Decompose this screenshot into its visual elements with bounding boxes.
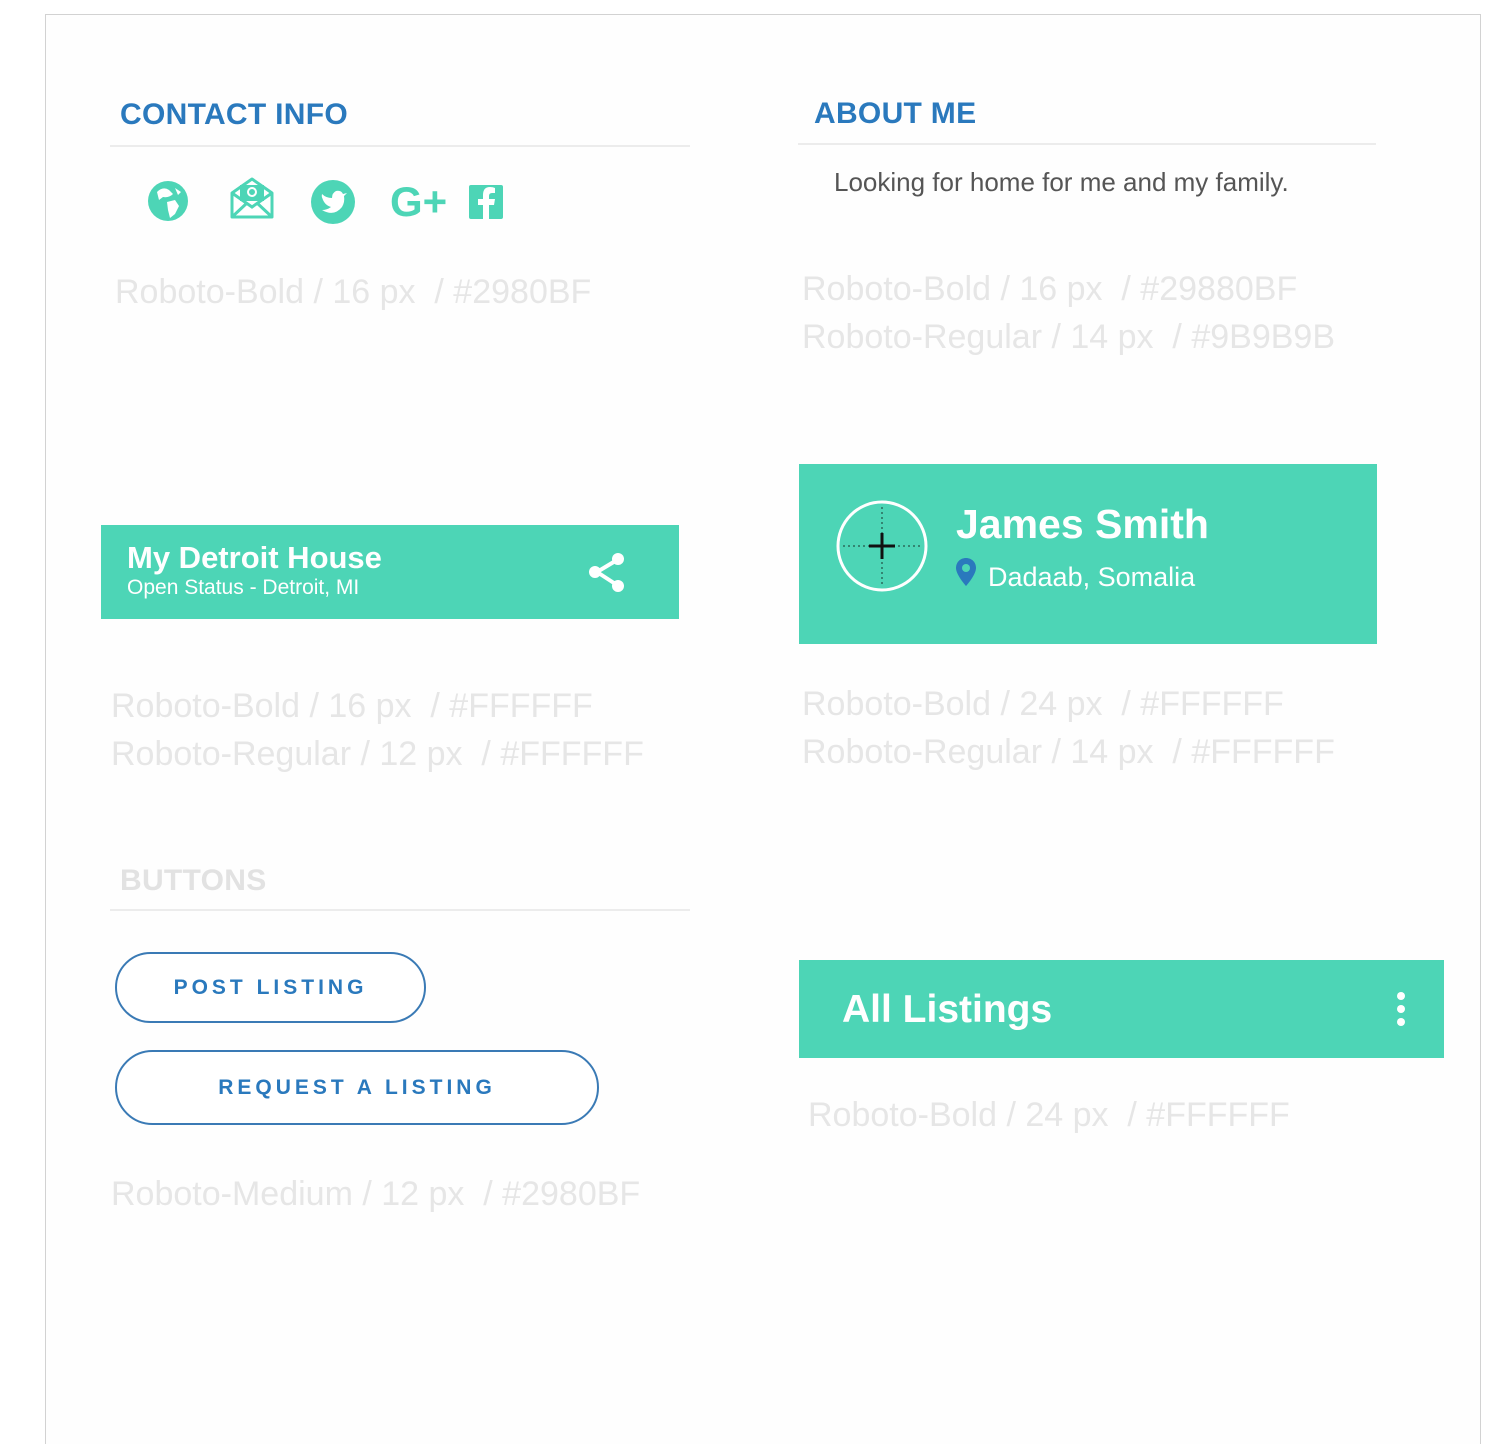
share-icon[interactable]	[585, 551, 629, 595]
facebook-icon[interactable]	[469, 185, 503, 219]
more-vert-icon[interactable]	[1393, 989, 1409, 1029]
contact-info-spec: Roboto-Bold / 16 px / #2980BF	[115, 273, 592, 311]
about-me-spec-2: Roboto-Regular / 14 px / #9B9B9B	[802, 318, 1335, 356]
about-me-heading: ABOUT ME	[814, 97, 977, 130]
email-icon[interactable]	[228, 175, 276, 221]
twitter-icon[interactable]	[310, 179, 356, 225]
google-plus-icon[interactable]: G+	[390, 176, 447, 228]
location-pin-icon	[956, 558, 976, 586]
buttons-heading: BUTTONS	[120, 864, 267, 897]
profile-spec-2: Roboto-Regular / 14 px / #FFFFFF	[802, 733, 1335, 771]
about-me-divider	[798, 143, 1376, 145]
contact-info-heading: CONTACT INFO	[120, 98, 349, 131]
all-listings-title: All Listings	[842, 988, 1053, 1031]
add-photo-icon[interactable]	[835, 499, 929, 593]
all-listings-spec: Roboto-Bold / 24 px / #FFFFFF	[808, 1096, 1290, 1134]
buttons-spec: Roboto-Medium / 12 px / #2980BF	[111, 1175, 641, 1213]
listing-bar-title: My Detroit House	[127, 540, 382, 575]
request-listing-button[interactable]: REQUEST A LISTING	[115, 1050, 599, 1125]
contact-info-divider	[110, 145, 690, 147]
post-listing-button[interactable]: POST LISTING	[115, 952, 426, 1023]
profile-location: Dadaab, Somalia	[988, 562, 1196, 592]
listing-bar-spec-1: Roboto-Bold / 16 px / #FFFFFF	[111, 687, 593, 725]
listing-bar-spec-2: Roboto-Regular / 12 px / #FFFFFF	[111, 735, 644, 773]
profile-spec-1: Roboto-Bold / 24 px / #FFFFFF	[802, 685, 1284, 723]
profile-name: James Smith	[956, 501, 1209, 547]
buttons-divider	[110, 909, 690, 911]
about-me-spec-1: Roboto-Bold / 16 px / #29880BF	[802, 270, 1298, 308]
listing-bar-subtitle: Open Status - Detroit, MI	[127, 576, 360, 599]
about-me-text: Looking for home for me and my family.	[834, 167, 1289, 197]
globe-icon[interactable]	[145, 178, 191, 224]
